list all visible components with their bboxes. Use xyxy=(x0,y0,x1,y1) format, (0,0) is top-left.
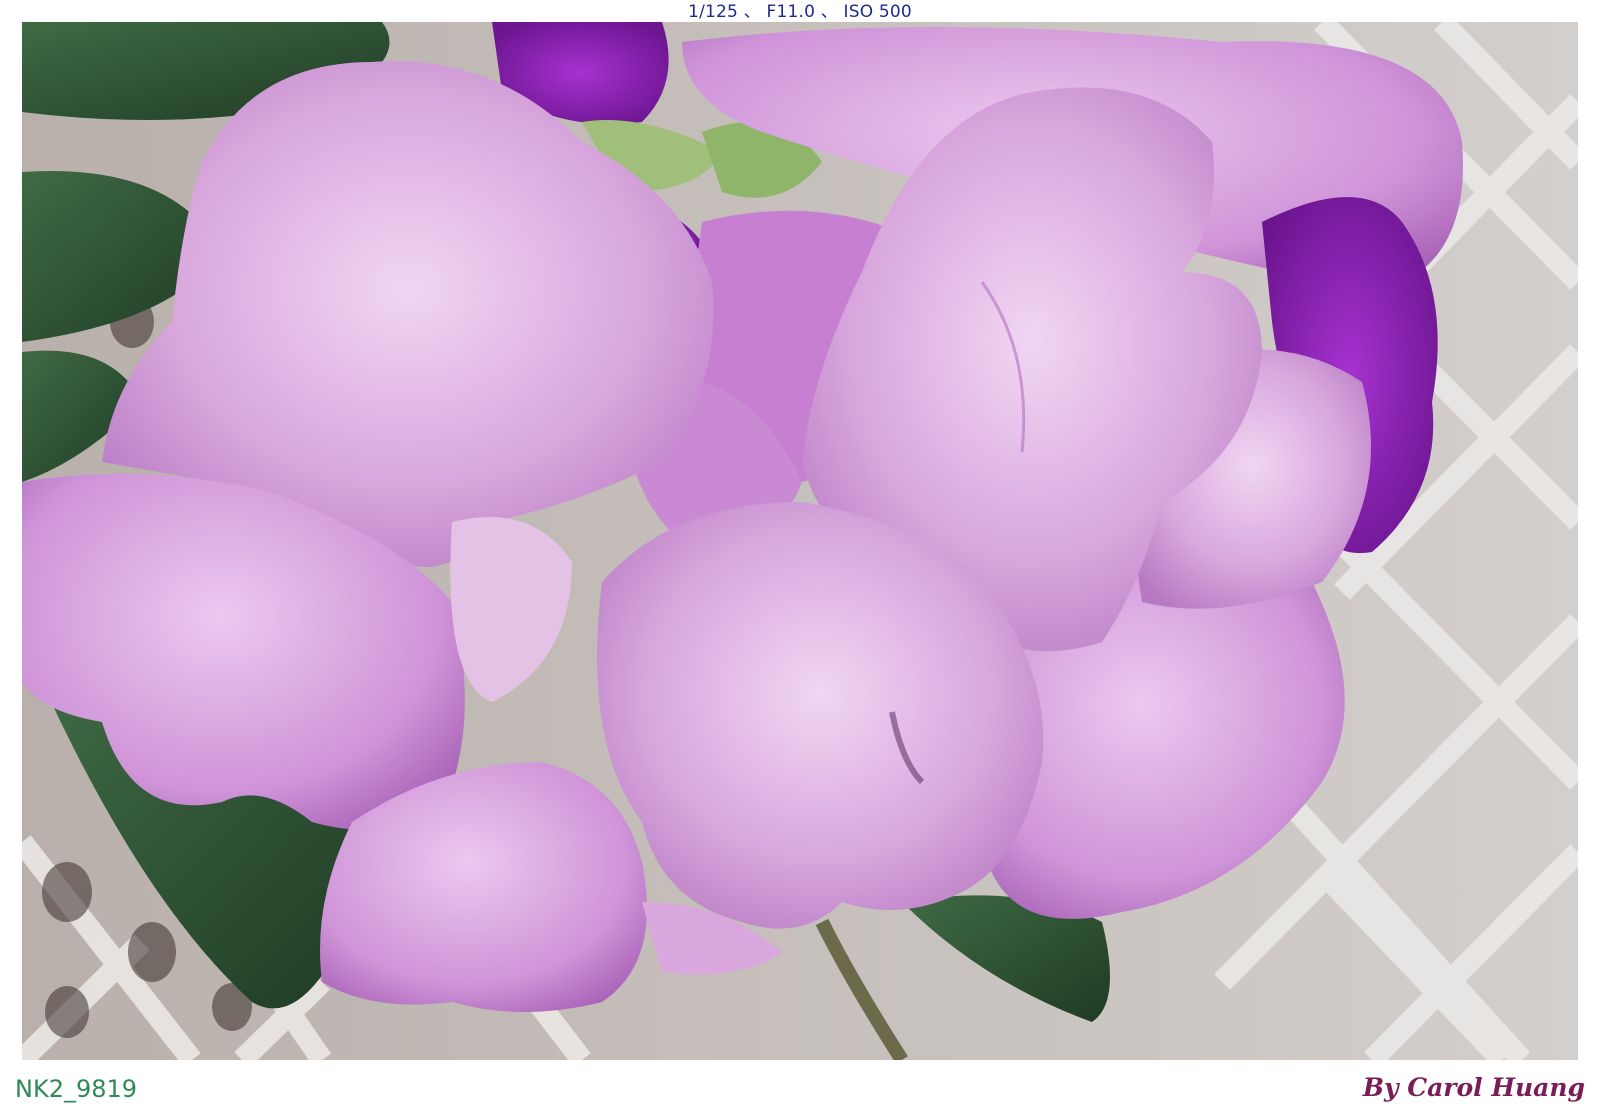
exif-caption: 1/125 、 F11.0 、 ISO 500 xyxy=(688,2,912,22)
flower-photo-illustration xyxy=(22,22,1578,1060)
photographer-credit: By Carol Huang xyxy=(1362,1073,1585,1102)
photo-frame: 1/125 、 F11.0 、 ISO 500 NK2_9819 By Caro… xyxy=(0,0,1600,1119)
flower-photo xyxy=(22,22,1578,1060)
file-name-label: NK2_9819 xyxy=(15,1075,138,1103)
